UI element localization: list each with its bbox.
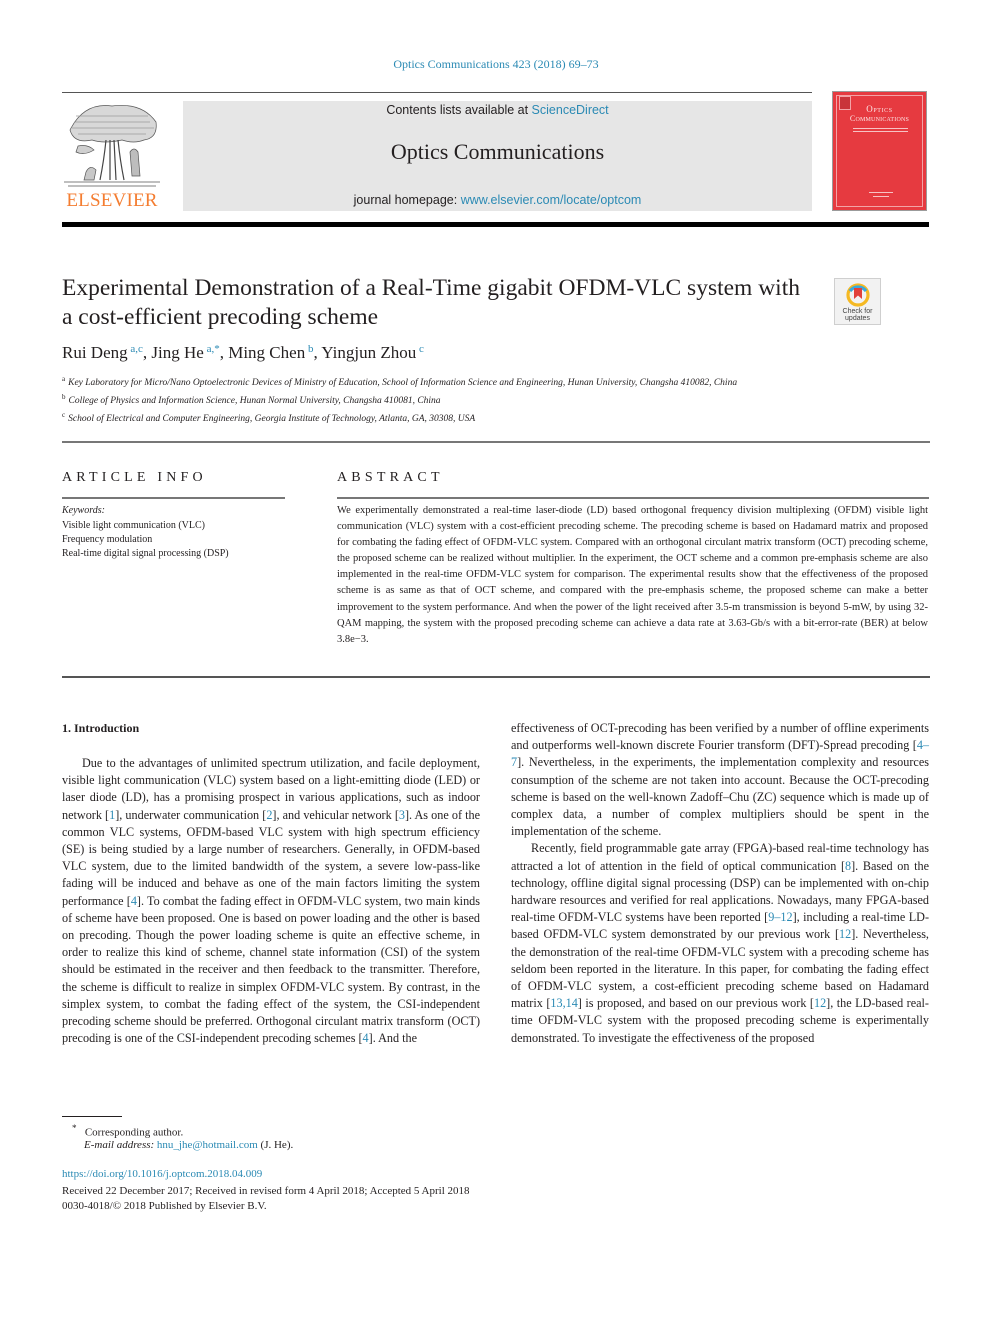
author-list: Rui Deng a,c, Jing He a,*, Ming Chen b, …: [62, 343, 424, 363]
abstract-bottom-rule: [62, 676, 930, 678]
section-heading-introduction: 1. Introduction: [62, 721, 140, 735]
author-separator: ,: [219, 343, 229, 362]
abstract-heading: ABSTRACT: [337, 470, 444, 485]
citation-link[interactable]: [12]: [835, 927, 855, 941]
crossmark-label-line2: updates: [845, 315, 870, 322]
body-text: is proposed, and based on our previous w…: [581, 996, 810, 1011]
affiliation-b: b College of Physics and Information Scie…: [62, 390, 822, 408]
keywords-label: Keywords:: [62, 505, 105, 516]
cover-footer-line: [873, 196, 889, 197]
affiliation-key: c: [62, 411, 66, 419]
author-name[interactable]: Yingjun Zhou: [321, 343, 416, 362]
crossmark-label-line1: Check for: [842, 308, 873, 315]
article-history: Received 22 December 2017; Received in r…: [62, 1185, 470, 1197]
cover-subtitle-line: [853, 131, 908, 132]
affiliation-text: School of Electrical and Computer Engine…: [68, 414, 476, 424]
citation-link[interactable]: [9–12]: [764, 910, 797, 924]
affiliation-text: College of Physics and Information Scien…: [68, 396, 441, 406]
intro-paragraph-2: Recently, field programmable gate array …: [511, 840, 929, 1046]
author-name[interactable]: Ming Chen: [228, 343, 305, 362]
email-link[interactable]: hnu_jhe@hotmail.com: [157, 1139, 258, 1151]
header-top-rule: [62, 92, 812, 93]
crossmark-icon: [846, 283, 870, 307]
cover-title-line1: Optics: [866, 104, 893, 114]
article-info-heading: ARTICLE INFO: [62, 470, 207, 485]
body-text: , and vehicular network: [276, 807, 395, 822]
citation-link[interactable]: [2]: [262, 808, 276, 822]
body-text: . To combat the fading effect in OFDM-VL…: [62, 893, 481, 1046]
author-name[interactable]: Jing He: [151, 343, 203, 362]
email-label: E-mail address:: [84, 1139, 155, 1151]
affiliation-key: b: [62, 393, 66, 401]
citation-link[interactable]: [1]: [105, 808, 119, 822]
journal-cover-thumbnail[interactable]: Optics Communications: [832, 91, 927, 211]
elsevier-tree-icon: [64, 105, 160, 187]
abstract-rule: [337, 497, 929, 499]
citation-link[interactable]: [4]: [127, 894, 141, 908]
cover-footer-line: [869, 192, 893, 193]
header-thick-rule: [62, 222, 929, 227]
affiliation-c: c School of Electrical and Computer Engin…: [62, 408, 822, 426]
doi-link[interactable]: https://doi.org/10.1016/j.optcom.2018.04…: [62, 1168, 262, 1180]
journal-homepage-link[interactable]: www.elsevier.com/locate/optcom: [461, 193, 642, 207]
body-text: , underwater communication: [119, 807, 263, 822]
author-name[interactable]: Rui Deng: [62, 343, 128, 362]
author-affiliation-marker[interactable]: a,*: [204, 343, 220, 355]
contents-available-line: Contents lists available at ScienceDirec…: [183, 103, 812, 117]
corresponding-text: Corresponding author.: [84, 1126, 184, 1139]
abstract-text: We experimentally demonstrated a real-ti…: [337, 505, 928, 645]
email-note: E-mail address: hnu_jhe@hotmail.com (J. …: [84, 1139, 293, 1151]
cover-title-line2: Communications: [849, 114, 910, 123]
citation-link[interactable]: [12]: [810, 996, 830, 1010]
journal-reference-link[interactable]: Optics Communications 423 (2018) 69–73: [0, 57, 992, 72]
citation-link[interactable]: [8]: [841, 859, 855, 873]
body-text: . As one of the common VLC systems, OFDM…: [62, 807, 480, 908]
article-title: Experimental Demonstration of a Real-Tim…: [62, 275, 800, 330]
author-affiliation-marker[interactable]: a,c: [128, 343, 143, 355]
body-text: . And the: [372, 1031, 418, 1046]
corresponding-author-note: * Corresponding author.: [72, 1123, 183, 1139]
journal-title: Optics Communications: [390, 139, 605, 164]
body-text: effectiveness of OCT-precoding has been …: [511, 721, 929, 753]
body-text: . Nevertheless, in the experiments, the …: [511, 755, 929, 839]
author-affiliation-marker[interactable]: c: [416, 343, 424, 355]
right-column: effectiveness of OCT-precoding has been …: [511, 720, 929, 1047]
copyright-line: 0030-4018/© 2018 Published by Elsevier B…: [62, 1200, 267, 1212]
affiliation-text: Key Laboratory for Micro/Nano Optoelectr…: [68, 378, 738, 388]
check-for-updates-button[interactable]: Check for updates: [834, 278, 881, 325]
citation-link[interactable]: [13,14]: [546, 996, 582, 1010]
article-info-rule: [62, 497, 285, 499]
affiliation-key: a: [62, 375, 66, 383]
citation-link[interactable]: [3]: [395, 808, 409, 822]
contents-prefix: Contents lists available at: [386, 103, 532, 117]
keyword-item: Visible light communication (VLC): [62, 520, 205, 531]
footnote-rule: [62, 1116, 122, 1117]
keywords-list: Visible light communication (VLC) Freque…: [62, 519, 229, 561]
left-column: Due to the advantages of unlimited spect…: [62, 755, 480, 1047]
citation-link[interactable]: [4]: [358, 1031, 372, 1045]
homepage-prefix: journal homepage:: [353, 193, 461, 207]
intro-paragraph-1-continued: effectiveness of OCT-precoding has been …: [511, 720, 929, 840]
crossmark-label: Check for updates: [835, 308, 880, 322]
elsevier-wordmark: ELSEVIER: [66, 190, 158, 211]
footnote-star: *: [72, 1123, 77, 1133]
affiliation-a: a Key Laboratory for Micro/Nano Optoelect…: [62, 372, 822, 390]
sciencedirect-link[interactable]: ScienceDirect: [532, 103, 609, 117]
cover-subtitle-line: [853, 128, 908, 129]
elsevier-logo[interactable]: ELSEVIER: [62, 100, 162, 212]
section-divider: [62, 441, 930, 443]
intro-paragraph-1: Due to the advantages of unlimited spect…: [62, 755, 480, 1047]
doi-link-container: https://doi.org/10.1016/j.optcom.2018.04…: [62, 1168, 262, 1180]
keyword-item: Real-time digital signal processing (DSP…: [62, 548, 229, 559]
journal-homepage-line: journal homepage: www.elsevier.com/locat…: [183, 193, 812, 207]
affiliations: a Key Laboratory for Micro/Nano Optoelect…: [62, 372, 822, 426]
keyword-item: Frequency modulation: [62, 534, 153, 545]
email-suffix: (J. He).: [257, 1139, 294, 1151]
journal-banner: Contents lists available at ScienceDirec…: [183, 101, 812, 211]
